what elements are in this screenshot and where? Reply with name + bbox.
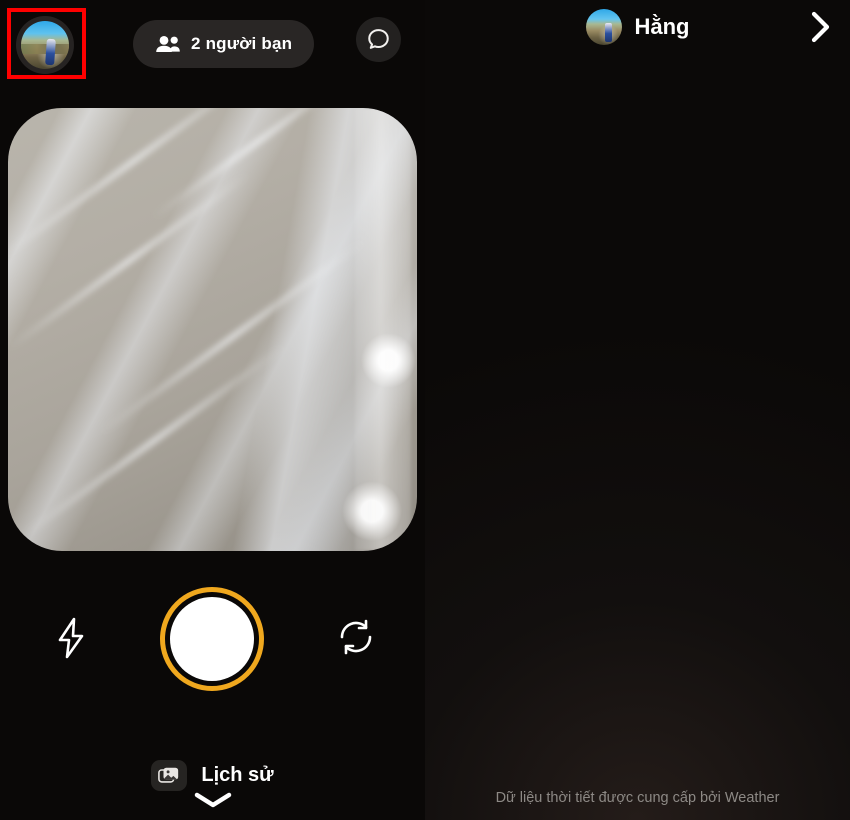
camera-flip-icon	[333, 616, 379, 658]
people-icon	[155, 35, 181, 53]
flash-toggle-button[interactable]	[45, 609, 97, 667]
friends-count-button[interactable]: 2 người bạn	[133, 20, 315, 68]
profile-avatar-button[interactable]	[16, 16, 74, 74]
chat-bubble-icon	[366, 27, 391, 52]
app-screen: 2 người bạn Lịch sử Hằng Dữ liệu thời ti…	[0, 0, 850, 820]
expand-handle[interactable]	[0, 790, 425, 810]
profile-avatar	[585, 9, 622, 45]
friends-count-label: 2 người bạn	[191, 34, 293, 53]
camera-viewfinder[interactable]	[8, 108, 417, 551]
flip-camera-button[interactable]	[330, 609, 382, 665]
profile-chevron-button[interactable]	[808, 10, 834, 44]
chevron-right-icon	[808, 10, 834, 44]
chat-button[interactable]	[356, 17, 401, 62]
settings-panel: Hằng Giới thiệu TikTokInstagramTwitterCh…	[425, 0, 850, 820]
camera-panel: 2 người bạn Lịch sử	[0, 0, 425, 820]
chevron-down-icon	[191, 790, 235, 810]
weather-attribution: Dữ liệu thời tiết được cung cấp bởi Weat…	[495, 790, 780, 806]
light-reflection	[355, 108, 411, 551]
avatar	[21, 21, 69, 69]
profile-name: Hằng	[634, 14, 690, 39]
shutter-inner	[170, 597, 254, 681]
history-label: Lịch sử	[201, 764, 274, 786]
shutter-button[interactable]	[160, 587, 264, 691]
flash-bolt-icon	[54, 616, 88, 660]
camera-topbar: 2 người bạn	[0, 0, 425, 88]
history-button[interactable]: Lịch sử	[0, 760, 425, 791]
profile-header[interactable]: Hằng	[425, 0, 850, 54]
photo-stack-icon	[151, 760, 188, 791]
